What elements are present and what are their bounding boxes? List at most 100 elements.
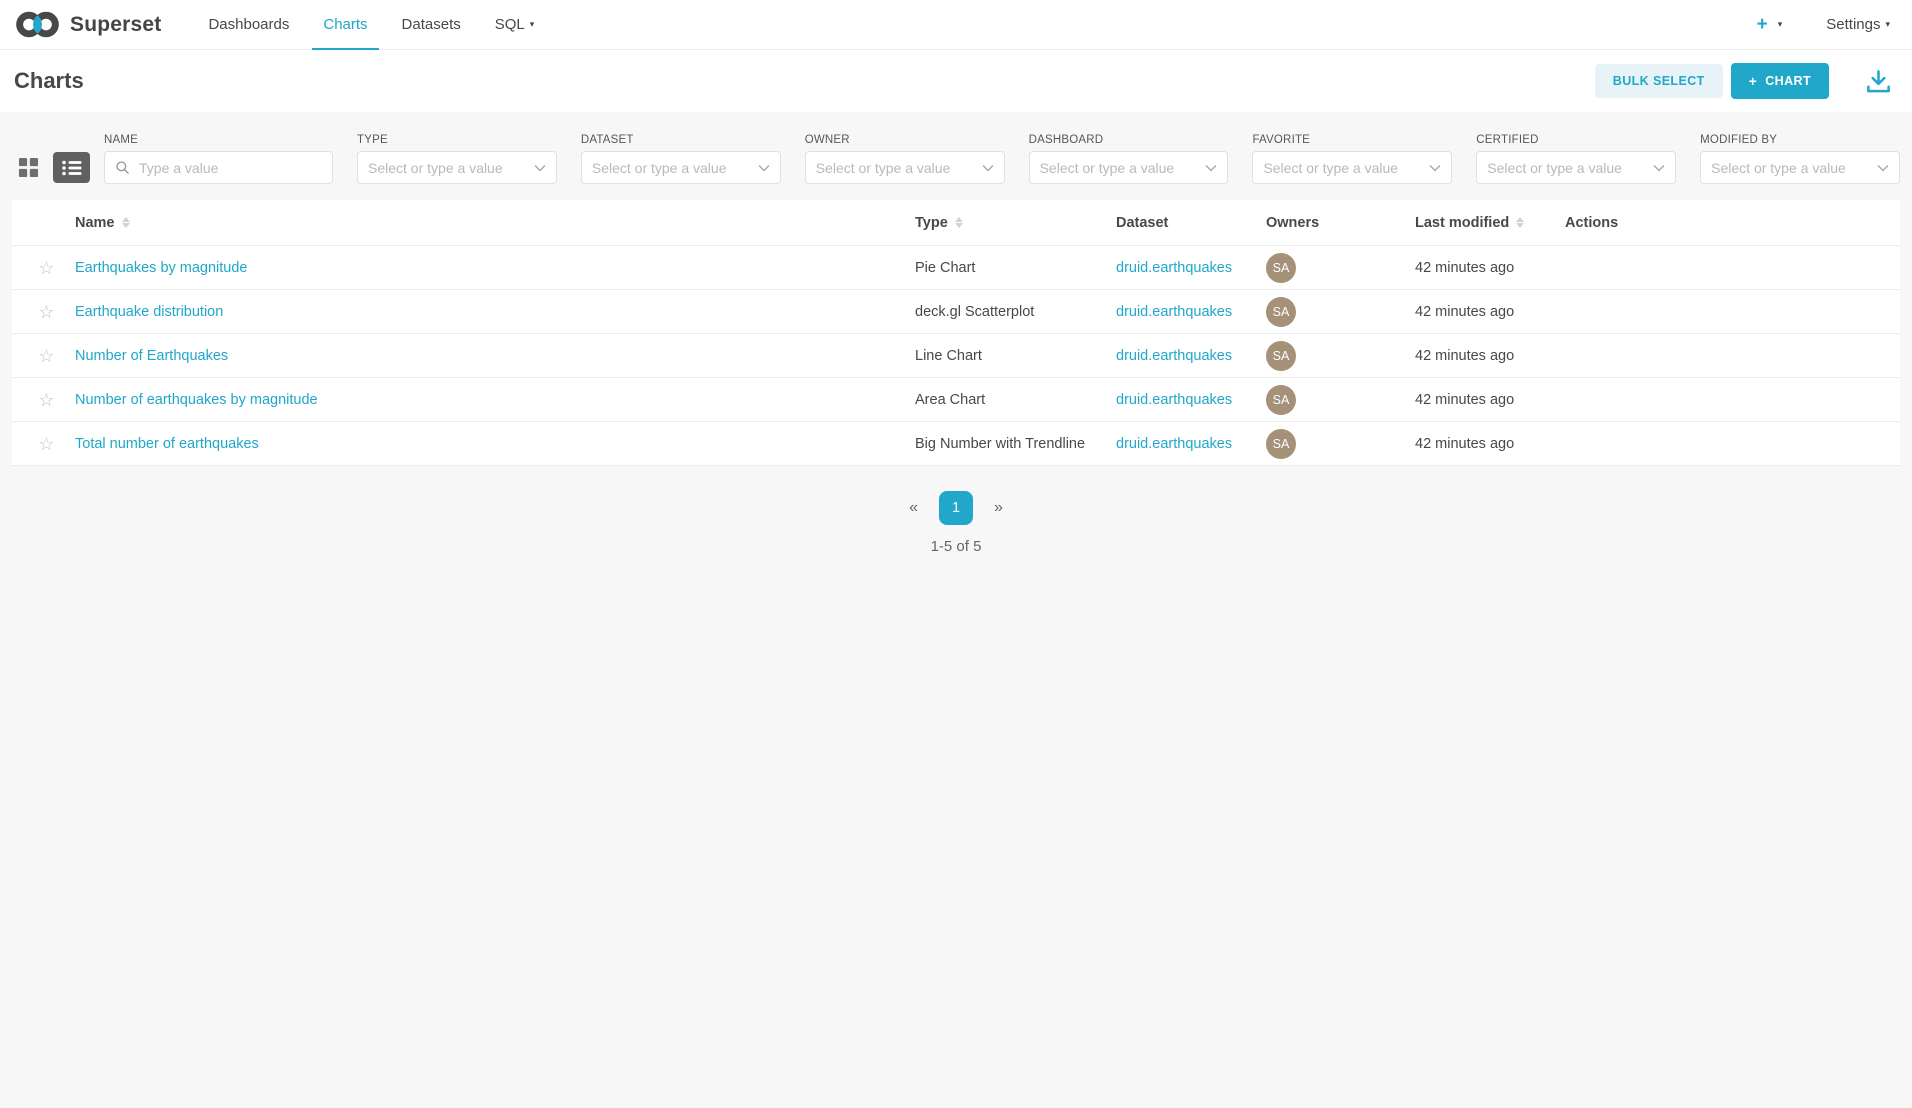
filter-modified-by: MODIFIED BY Select or type a value	[1700, 134, 1900, 184]
chart-type: Pie Chart	[915, 260, 1116, 276]
table-row: ☆ Total number of earthquakes Big Number…	[12, 422, 1900, 466]
chevron-down-icon	[1429, 164, 1441, 172]
chart-type: Line Chart	[915, 348, 1116, 364]
chart-name-link[interactable]: Number of Earthquakes	[75, 348, 228, 364]
nav-charts[interactable]: Charts	[306, 0, 384, 49]
table-row: ☆ Earthquakes by magnitude Pie Chart dru…	[12, 246, 1900, 290]
column-header-type[interactable]: Type	[915, 215, 1116, 231]
favorite-star-icon[interactable]: ☆	[38, 435, 54, 453]
plus-icon: +	[1757, 14, 1768, 36]
filter-certified: CERTIFIED Select or type a value	[1476, 134, 1676, 184]
dataset-link[interactable]: druid.earthquakes	[1116, 304, 1232, 320]
modified-by-select[interactable]: Select or type a value	[1700, 151, 1900, 184]
page-title: Charts	[14, 68, 84, 94]
favorite-star-icon[interactable]: ☆	[38, 391, 54, 409]
grid-view-icon	[18, 157, 39, 178]
bulk-select-button[interactable]: BULK SELECT	[1595, 64, 1723, 98]
chevron-down-icon: ▾	[1885, 19, 1890, 30]
dataset-link[interactable]: druid.earthquakes	[1116, 436, 1232, 452]
column-header-name[interactable]: Name	[75, 215, 915, 231]
page-header: Charts BULK SELECT + CHART	[0, 50, 1912, 112]
import-charts-button[interactable]	[1865, 68, 1892, 94]
chart-name-link[interactable]: Total number of earthquakes	[75, 436, 259, 452]
chevron-down-icon	[1205, 164, 1217, 172]
list-controls: NAME TYPE Select or type a value	[12, 134, 1900, 184]
chart-type: deck.gl Scatterplot	[915, 304, 1116, 320]
last-modified: 42 minutes ago	[1415, 260, 1565, 276]
name-search-field[interactable]	[104, 151, 333, 184]
filter-label: CERTIFIED	[1476, 134, 1676, 146]
main-nav: Dashboards Charts Datasets SQL ▾	[191, 0, 551, 49]
chart-type: Area Chart	[915, 392, 1116, 408]
filter-label: DASHBOARD	[1029, 134, 1229, 146]
top-navbar: Superset Dashboards Charts Datasets SQL …	[0, 0, 1912, 50]
owner-avatar: SA	[1266, 341, 1296, 371]
navbar-right: + ▾ Settings ▾	[1757, 0, 1896, 49]
dataset-link[interactable]: druid.earthquakes	[1116, 260, 1232, 276]
chevron-down-icon: ▾	[530, 19, 535, 30]
page-1-button[interactable]: 1	[939, 491, 973, 525]
sort-icon	[1516, 217, 1524, 228]
filter-owner: OWNER Select or type a value	[805, 134, 1005, 184]
nav-dashboards[interactable]: Dashboards	[191, 0, 306, 49]
previous-page-button[interactable]: «	[909, 499, 918, 517]
favorite-star-icon[interactable]: ☆	[38, 347, 54, 365]
chart-type: Big Number with Trendline	[915, 436, 1116, 452]
list-view-icon	[61, 159, 83, 177]
favorite-star-icon[interactable]: ☆	[38, 303, 54, 321]
list-view-button[interactable]	[53, 152, 90, 183]
owner-select[interactable]: Select or type a value	[805, 151, 1005, 184]
table-header-row: Name Type Dataset Owners Last modified A…	[12, 200, 1900, 246]
favorite-select[interactable]: Select or type a value	[1252, 151, 1452, 184]
chevron-down-icon	[758, 164, 770, 172]
filter-label: MODIFIED BY	[1700, 134, 1900, 146]
plus-icon: +	[1749, 73, 1758, 89]
chevron-down-icon: ▾	[1778, 19, 1783, 30]
search-icon	[115, 160, 130, 175]
filter-label: NAME	[104, 134, 333, 146]
dashboard-select[interactable]: Select or type a value	[1029, 151, 1229, 184]
nav-datasets[interactable]: Datasets	[385, 0, 478, 49]
chevron-down-icon	[534, 164, 546, 172]
chevron-down-icon	[1653, 164, 1665, 172]
table-row: ☆ Number of Earthquakes Line Chart druid…	[12, 334, 1900, 378]
favorite-star-icon[interactable]: ☆	[38, 259, 54, 277]
filter-label: OWNER	[805, 134, 1005, 146]
last-modified: 42 minutes ago	[1415, 348, 1565, 364]
add-chart-button[interactable]: + CHART	[1731, 63, 1829, 99]
filter-type: TYPE Select or type a value	[357, 134, 557, 184]
view-mode-toggles	[12, 152, 100, 184]
owner-avatar: SA	[1266, 429, 1296, 459]
filters-bar: NAME TYPE Select or type a value	[104, 134, 1900, 184]
sort-icon	[955, 217, 963, 228]
superset-logo[interactable]: Superset	[14, 0, 161, 49]
next-page-button[interactable]: »	[994, 499, 1003, 517]
filter-dataset: DATASET Select or type a value	[581, 134, 781, 184]
nav-sql[interactable]: SQL ▾	[478, 0, 552, 49]
column-header-owners: Owners	[1266, 215, 1415, 231]
chart-name-link[interactable]: Earthquake distribution	[75, 304, 223, 320]
name-search-input[interactable]	[137, 159, 322, 177]
superset-infinity-icon	[14, 9, 61, 40]
type-select[interactable]: Select or type a value	[357, 151, 557, 184]
chart-name-link[interactable]: Number of earthquakes by magnitude	[75, 392, 318, 408]
brand-name: Superset	[70, 13, 161, 37]
chart-name-link[interactable]: Earthquakes by magnitude	[75, 260, 248, 276]
dataset-link[interactable]: druid.earthquakes	[1116, 392, 1232, 408]
new-item-menu[interactable]: + ▾	[1757, 14, 1783, 36]
settings-menu[interactable]: Settings ▾	[1826, 16, 1890, 33]
dataset-select[interactable]: Select or type a value	[581, 151, 781, 184]
table-row: ☆ Number of earthquakes by magnitude Are…	[12, 378, 1900, 422]
dataset-link[interactable]: druid.earthquakes	[1116, 348, 1232, 364]
filter-label: DATASET	[581, 134, 781, 146]
filter-label: TYPE	[357, 134, 557, 146]
chevron-down-icon	[1877, 164, 1889, 172]
owner-avatar: SA	[1266, 253, 1296, 283]
last-modified: 42 minutes ago	[1415, 304, 1565, 320]
filter-favorite: FAVORITE Select or type a value	[1252, 134, 1452, 184]
card-view-button[interactable]	[18, 157, 39, 178]
column-header-last-modified[interactable]: Last modified	[1415, 215, 1565, 231]
column-header-dataset: Dataset	[1116, 215, 1266, 231]
chevron-down-icon	[982, 164, 994, 172]
certified-select[interactable]: Select or type a value	[1476, 151, 1676, 184]
